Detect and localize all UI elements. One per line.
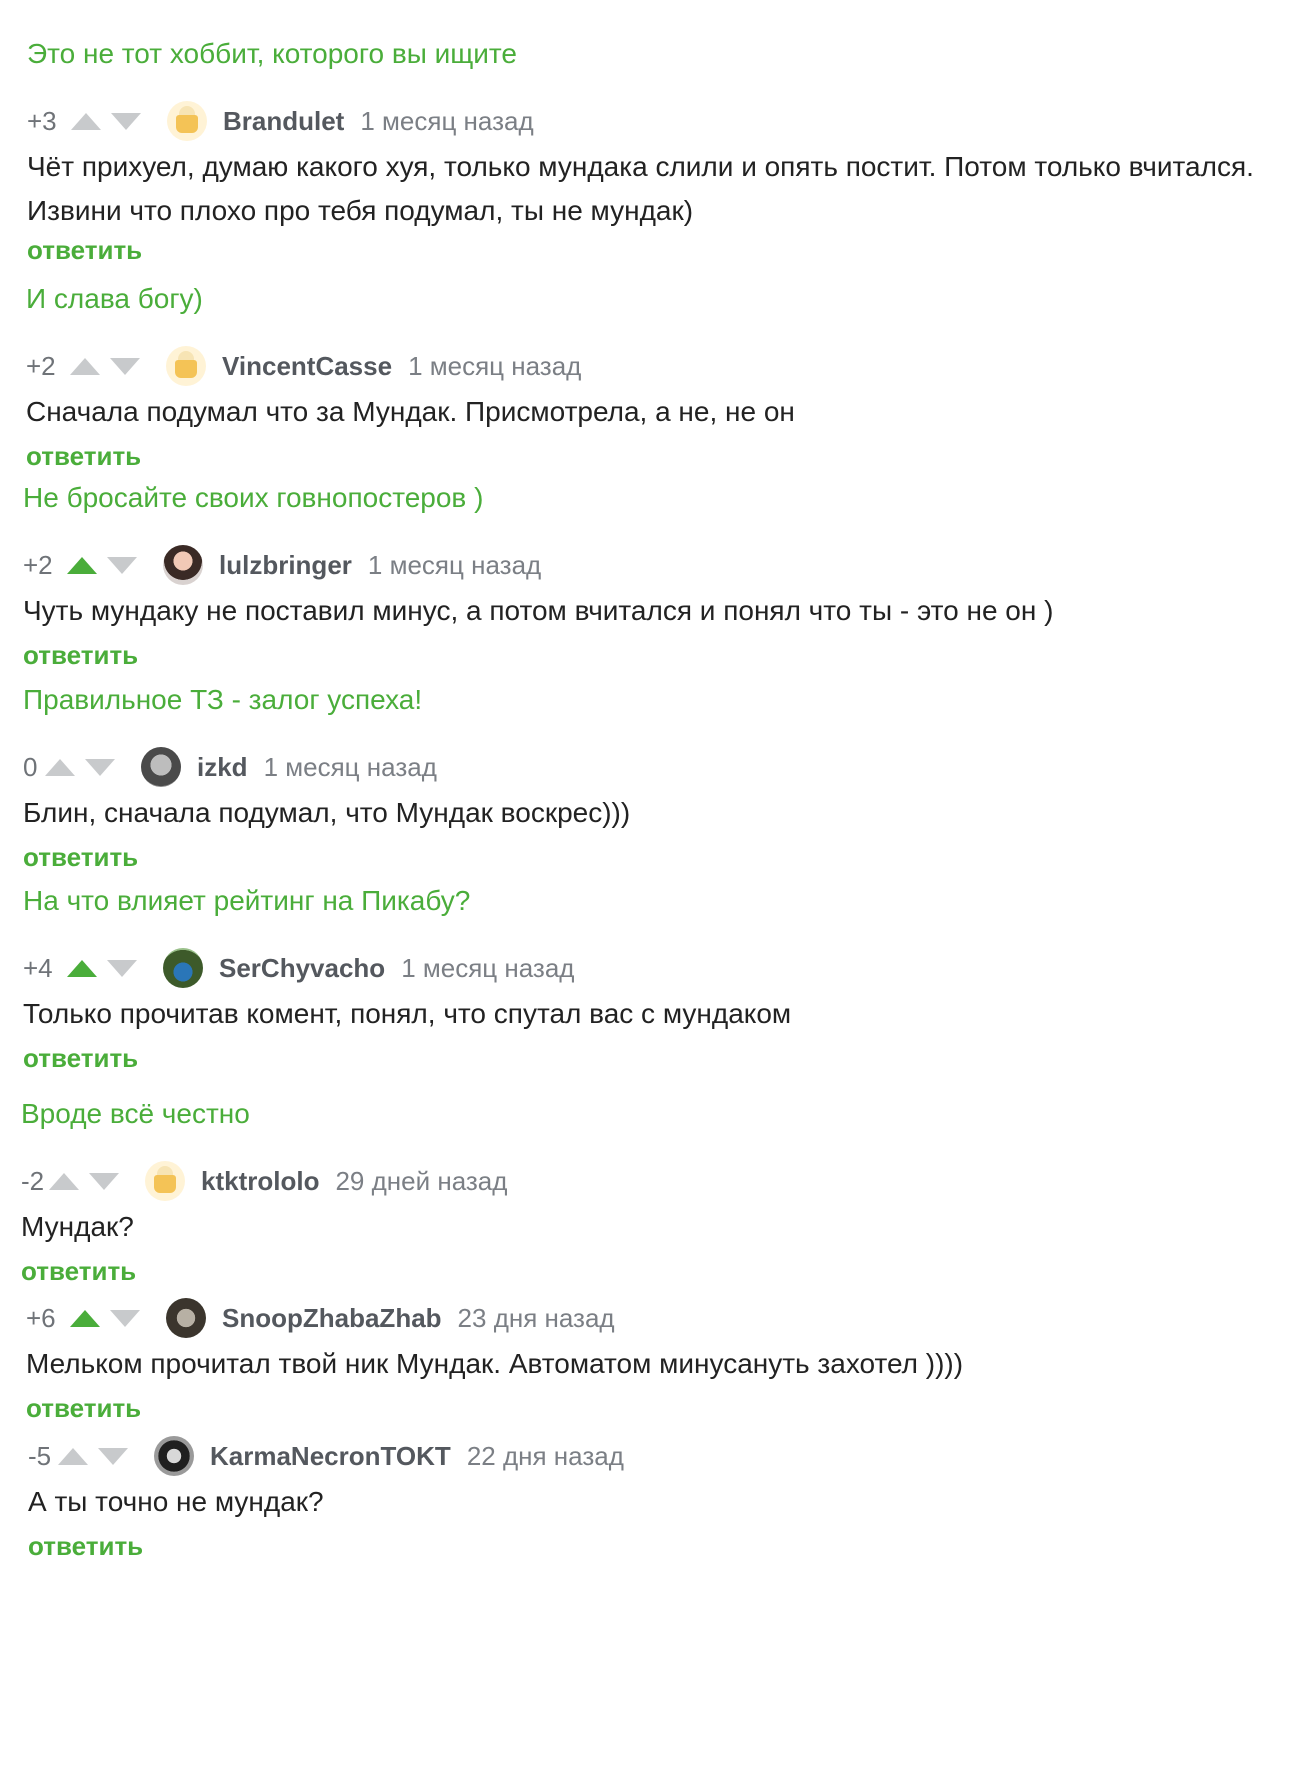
username[interactable]: VincentCasse <box>222 351 392 382</box>
reply-button[interactable]: ответить <box>26 441 141 472</box>
downvote-arrow-icon[interactable] <box>98 1447 128 1465</box>
comment-line: А ты точно не мундак? <box>28 1486 324 1517</box>
thread-link[interactable]: На что влияет рейтинг на Пикабу? <box>23 884 470 918</box>
username[interactable]: SerChyvacho <box>219 953 385 984</box>
thread-link[interactable]: Это не тот хоббит, которого вы ищите <box>27 37 517 71</box>
thread-link[interactable]: И слава богу) <box>26 282 203 316</box>
downvote-arrow-icon[interactable] <box>110 1309 140 1327</box>
avatar[interactable] <box>166 346 206 386</box>
downvote-arrow-icon[interactable] <box>111 112 141 130</box>
comment-text: Мундак? <box>21 1205 134 1249</box>
comment-header: -5 KarmaNecronTOKT 22 дня назад <box>28 1436 624 1476</box>
comment-header: 0 izkd 1 месяц назад <box>23 747 437 787</box>
thread-link[interactable]: Правильное ТЗ - залог успеха! <box>23 683 422 717</box>
avatar[interactable] <box>145 1161 185 1201</box>
comment-time: 23 дня назад <box>457 1302 615 1333</box>
comment-text: Мельком прочитал твой ник Мундак. Автома… <box>26 1342 963 1386</box>
upvote-arrow-icon[interactable] <box>67 959 97 977</box>
comment-line: Мундак? <box>21 1211 134 1242</box>
comment-header: +2 lulzbringer 1 месяц назад <box>23 545 541 585</box>
comment-line: Блин, сначала подумал, что Мундак воскре… <box>23 797 631 828</box>
comment-time: 1 месяц назад <box>263 751 437 782</box>
comment-text: Сначала подумал что за Мундак. Присмотре… <box>26 390 795 434</box>
downvote-arrow-icon[interactable] <box>107 556 137 574</box>
rating-value: +2 <box>26 350 56 381</box>
reply-button[interactable]: ответить <box>23 1043 138 1074</box>
comment-time: 29 дней назад <box>335 1165 508 1196</box>
rating-value: 0 <box>23 751 38 782</box>
comment-text: Чуть мундаку не поставил минус, а потом … <box>23 589 1053 633</box>
avatar[interactable] <box>166 1298 206 1338</box>
rating-value: +2 <box>23 549 53 580</box>
reply-button[interactable]: ответить <box>23 842 138 873</box>
upvote-arrow-icon[interactable] <box>70 1309 100 1327</box>
comment-text: А ты точно не мундак? <box>28 1480 324 1524</box>
rating-value: -5 <box>28 1440 52 1471</box>
comment-line: Извини что плохо про тебя подумал, ты не… <box>27 195 694 226</box>
thread-link[interactable]: Не бросайте своих говнопостеров ) <box>23 481 483 515</box>
thread-link[interactable]: Вроде всё честно <box>21 1097 250 1131</box>
comment-time: 1 месяц назад <box>401 952 575 983</box>
avatar[interactable] <box>141 747 181 787</box>
downvote-arrow-icon[interactable] <box>107 959 137 977</box>
avatar[interactable] <box>154 1436 194 1476</box>
reply-button[interactable]: ответить <box>26 1393 141 1424</box>
comment-time: 1 месяц назад <box>367 549 542 580</box>
rating-value: +3 <box>27 105 57 136</box>
comment-header: +2 VincentCasse 1 месяц назад <box>26 346 581 386</box>
comment-text: Только прочитав комент, понял, что спута… <box>23 992 791 1036</box>
avatar[interactable] <box>163 545 203 585</box>
comment-header: -2 ktktrololo 29 дней назад <box>21 1161 507 1201</box>
rating-value: +4 <box>23 952 53 983</box>
rating-value: -2 <box>21 1165 45 1196</box>
reply-button[interactable]: ответить <box>28 1531 143 1562</box>
username[interactable]: izkd <box>197 752 248 783</box>
comment-time: 1 месяц назад <box>360 105 534 136</box>
comment-text: Блин, сначала подумал, что Мундак воскре… <box>23 791 630 835</box>
reply-button[interactable]: ответить <box>23 640 138 671</box>
comment-line: Чёт прихуел, думаю какого хуя, только му… <box>27 151 1254 182</box>
username[interactable]: ktktrololo <box>201 1166 319 1197</box>
upvote-arrow-icon[interactable] <box>67 556 97 574</box>
reply-button[interactable]: ответить <box>21 1256 136 1287</box>
comment-line: Сначала подумал что за Мундак. Присмотре… <box>26 396 795 427</box>
downvote-arrow-icon[interactable] <box>85 758 115 776</box>
comment-time: 22 дня назад <box>466 1440 624 1471</box>
comment-header: +4 SerChyvacho 1 месяц назад <box>23 948 574 988</box>
avatar[interactable] <box>167 101 207 141</box>
username[interactable]: Brandulet <box>223 106 344 137</box>
comment-line: Чуть мундаку не поставил минус, а потом … <box>23 595 1054 626</box>
upvote-arrow-icon[interactable] <box>71 112 101 130</box>
username[interactable]: SnoopZhabaZhab <box>222 1303 442 1334</box>
reply-button[interactable]: ответить <box>27 235 142 266</box>
upvote-arrow-icon[interactable] <box>49 1172 79 1190</box>
downvote-arrow-icon[interactable] <box>110 357 140 375</box>
rating-value: +6 <box>26 1302 56 1333</box>
username[interactable]: lulzbringer <box>219 550 352 581</box>
upvote-arrow-icon[interactable] <box>58 1447 88 1465</box>
comment-text: Чёт прихуел, думаю какого хуя, только му… <box>27 145 1254 233</box>
downvote-arrow-icon[interactable] <box>89 1172 119 1190</box>
avatar[interactable] <box>163 948 203 988</box>
comment-header: +3 Brandulet 1 месяц назад <box>27 101 534 141</box>
comment-time: 1 месяц назад <box>408 350 582 381</box>
comment-line: Только прочитав комент, понял, что спута… <box>23 998 792 1029</box>
comment-header: +6 SnoopZhabaZhab 23 дня назад <box>26 1298 615 1338</box>
comment-line: Мельком прочитал твой ник Мундак. Автома… <box>26 1348 964 1379</box>
upvote-arrow-icon[interactable] <box>70 357 100 375</box>
upvote-arrow-icon[interactable] <box>45 758 75 776</box>
username[interactable]: KarmaNecronTOKT <box>210 1441 451 1472</box>
